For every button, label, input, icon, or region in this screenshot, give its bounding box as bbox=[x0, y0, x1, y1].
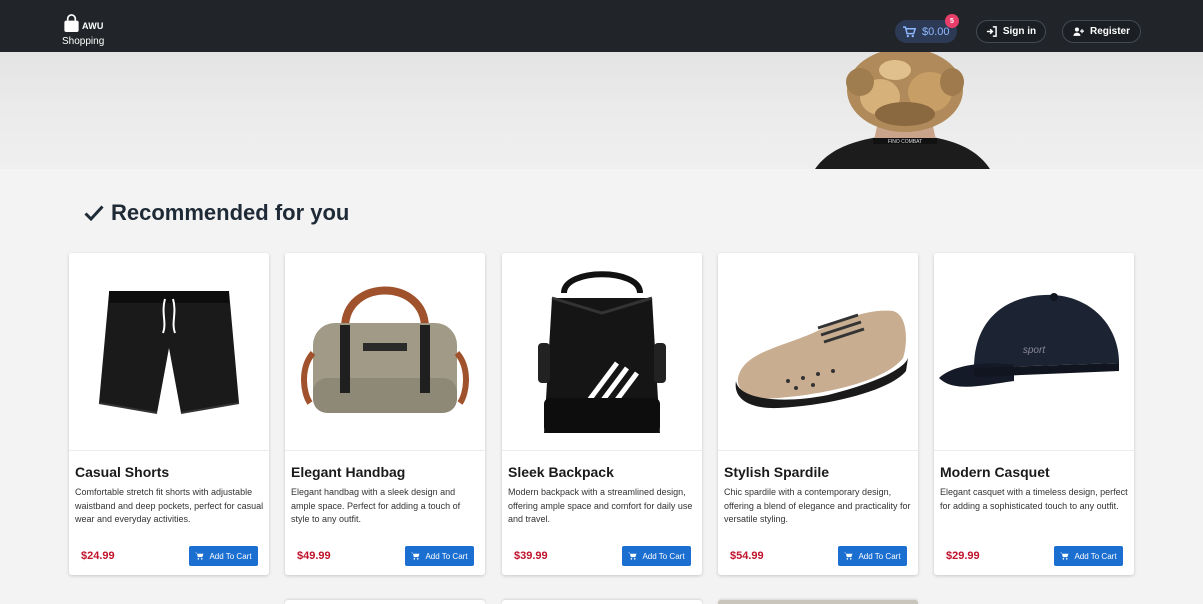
product-card-next-row bbox=[502, 600, 702, 604]
cart-icon bbox=[844, 552, 853, 560]
product-price: $54.99 bbox=[730, 550, 764, 562]
product-card[interactable]: sport Modern Casquet Elegant casquet wit… bbox=[934, 253, 1134, 575]
add-to-cart-label: Add To Cart bbox=[642, 551, 685, 561]
shopping-bag-icon bbox=[64, 14, 79, 33]
product-image[interactable]: sport bbox=[934, 253, 1134, 451]
product-name[interactable]: Elegant Handbag bbox=[291, 464, 405, 480]
sign-in-button[interactable]: Sign in bbox=[976, 20, 1046, 43]
check-icon bbox=[84, 205, 104, 222]
cart-total: $0.00 bbox=[922, 25, 950, 38]
product-name[interactable]: Stylish Spardile bbox=[724, 464, 829, 480]
product-image[interactable] bbox=[718, 253, 918, 451]
product-image[interactable] bbox=[285, 253, 485, 451]
sign-in-label: Sign in bbox=[1002, 26, 1037, 37]
add-to-cart-label: Add To Cart bbox=[209, 551, 252, 561]
add-to-cart-button[interactable]: Add To Cart bbox=[189, 546, 258, 566]
cart-count-badge: 5 bbox=[945, 14, 959, 28]
cart-icon bbox=[628, 552, 637, 560]
add-to-cart-label: Add To Cart bbox=[425, 551, 468, 561]
svg-text:FINO COMBAT: FINO COMBAT bbox=[888, 139, 922, 145]
sneaker-image bbox=[735, 310, 908, 409]
brand-logo[interactable]: AWU Shopping bbox=[60, 12, 120, 48]
cart-icon bbox=[903, 25, 916, 37]
register-label: Register bbox=[1089, 26, 1130, 37]
add-to-cart-button[interactable]: Add To Cart bbox=[405, 546, 474, 566]
section-heading: Recommended for you bbox=[84, 200, 349, 226]
add-to-cart-button[interactable]: Add To Cart bbox=[1054, 546, 1123, 566]
product-description: Modern backpack with a streamlined desig… bbox=[508, 487, 693, 524]
add-to-cart-label: Add To Cart bbox=[1074, 551, 1117, 561]
product-image[interactable] bbox=[69, 253, 269, 451]
top-navbar: AWU Shopping $0.00 5 Sign in Register bbox=[0, 0, 1203, 52]
svg-text:sport: sport bbox=[1023, 345, 1046, 356]
product-price: $49.99 bbox=[297, 550, 331, 562]
hero-banner: FINO COMBAT bbox=[0, 52, 1203, 169]
product-price: $39.99 bbox=[514, 550, 548, 562]
add-to-cart-button[interactable]: Add To Cart bbox=[838, 546, 907, 566]
cap-image: sport bbox=[939, 293, 1119, 387]
logo-brand-text: AWU bbox=[82, 21, 104, 31]
register-button[interactable]: Register bbox=[1062, 20, 1141, 43]
product-description: Elegant handbag with a sleek design and … bbox=[291, 487, 461, 524]
sign-in-icon bbox=[986, 26, 997, 37]
logo-subtitle-text: Shopping bbox=[62, 36, 105, 47]
product-description: Elegant casquet with a timeless design, … bbox=[940, 487, 1128, 511]
product-card[interactable]: Sleek Backpack Modern backpack with a st… bbox=[502, 253, 702, 575]
add-to-cart-button[interactable]: Add To Cart bbox=[622, 546, 691, 566]
product-card-next-row bbox=[285, 600, 485, 604]
section-title-text: Recommended for you bbox=[111, 200, 350, 225]
hero-model-image: FINO COMBAT bbox=[815, 52, 990, 169]
cart-icon bbox=[195, 552, 204, 560]
product-image[interactable] bbox=[502, 253, 702, 451]
product-name[interactable]: Sleek Backpack bbox=[508, 464, 614, 480]
add-to-cart-label: Add To Cart bbox=[858, 551, 901, 561]
product-price: $29.99 bbox=[946, 550, 980, 562]
product-description: Chic spardile with a contemporary design… bbox=[724, 487, 911, 524]
product-card[interactable]: Stylish Spardile Chic spardile with a co… bbox=[718, 253, 918, 575]
product-name[interactable]: Casual Shorts bbox=[75, 464, 169, 480]
cart-icon bbox=[411, 552, 420, 560]
product-description: Comfortable stretch fit shorts with adju… bbox=[75, 487, 264, 524]
handbag-image bbox=[301, 286, 469, 413]
product-price: $24.99 bbox=[81, 550, 115, 562]
cart-icon bbox=[1060, 552, 1069, 560]
product-card[interactable]: Elegant Handbag Elegant handbag with a s… bbox=[285, 253, 485, 575]
user-plus-icon bbox=[1073, 27, 1084, 36]
shorts-image bbox=[98, 291, 240, 414]
backpack-image bbox=[538, 271, 666, 433]
product-card[interactable]: Casual Shorts Comfortable stretch fit sh… bbox=[69, 253, 269, 575]
product-card-next-row bbox=[718, 600, 918, 604]
product-name[interactable]: Modern Casquet bbox=[940, 464, 1050, 480]
